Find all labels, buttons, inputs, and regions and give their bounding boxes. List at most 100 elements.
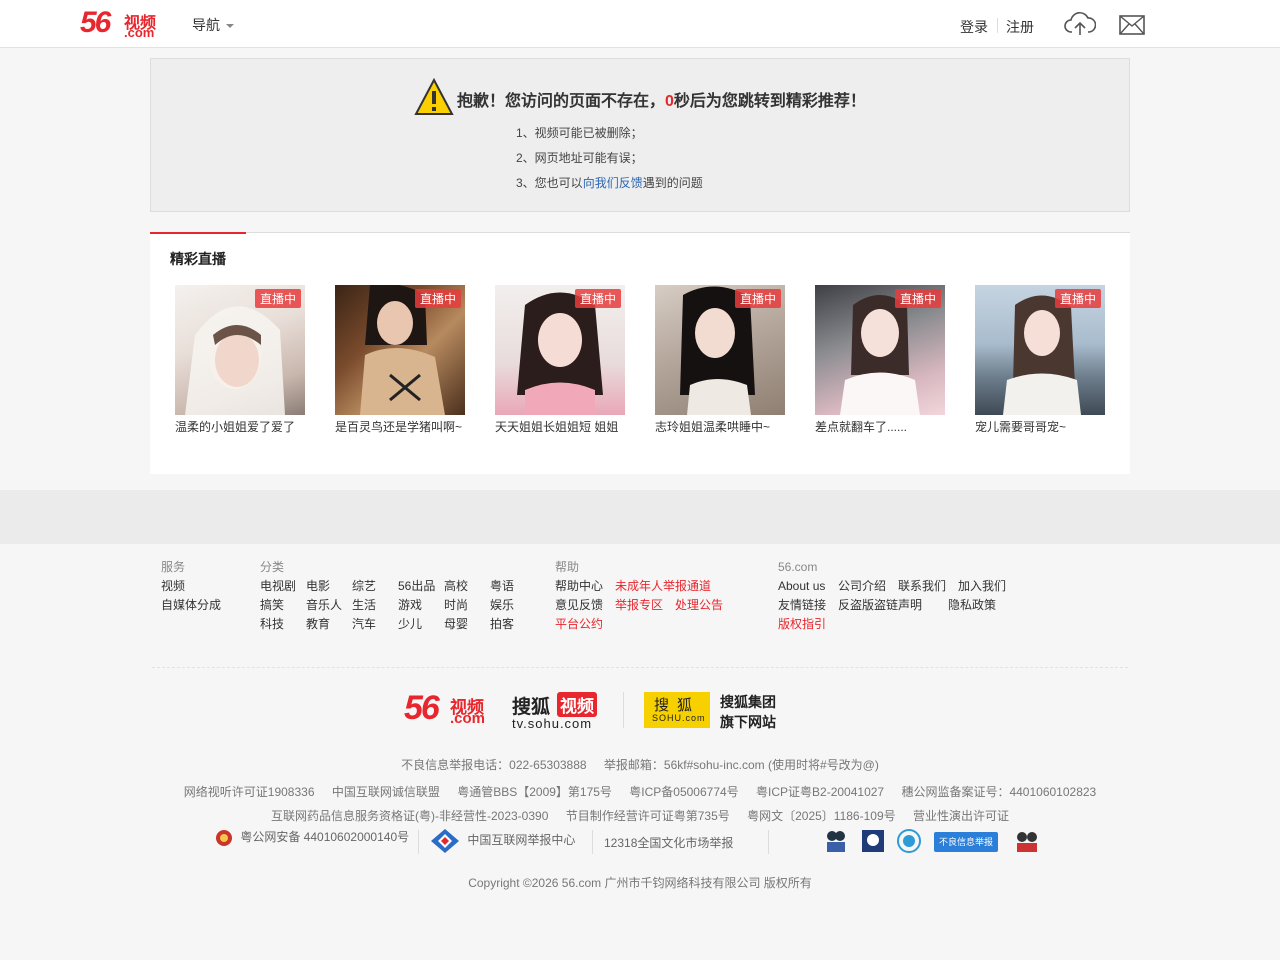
live-card-title[interactable]: 差点就翻车了......	[815, 418, 945, 435]
footer-link-highlight[interactable]: 版权指引	[778, 617, 826, 631]
nav-label: 导航	[192, 17, 220, 33]
logo-56: 56	[404, 689, 440, 727]
footer-link[interactable]: About us	[778, 579, 825, 593]
footer-link[interactable]: 少儿	[398, 617, 422, 631]
footer-link[interactable]: 游戏	[398, 598, 422, 612]
cnreport-link[interactable]: 中国互联网举报中心	[430, 828, 575, 854]
reason-item: 1、视频可能已被删除；	[516, 126, 643, 140]
error-title-after: 秒后为您跳转到精彩推荐！	[673, 93, 866, 110]
footer-link[interactable]: 高校	[444, 579, 468, 593]
footer-link[interactable]: 公司介绍	[838, 579, 886, 593]
footer-link-highlight[interactable]: 平台公约	[555, 617, 603, 631]
license-link[interactable]: 粤ICP证粤B2-20041027	[756, 785, 884, 799]
footer-link[interactable]: 意见反馈	[555, 598, 603, 612]
harmful-info-report-badge[interactable]: 不良信息举报	[934, 832, 998, 852]
live-thumbnail[interactable]: 直播中	[175, 285, 305, 415]
license-link[interactable]: 穗公网监备案证号：4401060102823	[901, 785, 1096, 799]
police-record[interactable]: 粤公网安备 44010602000140号	[214, 828, 409, 848]
footer-logo-sohutv[interactable]: 搜狐 视频 tv.sohu.com	[512, 692, 604, 732]
footer-link-highlight[interactable]: 未成年人举报通道	[615, 579, 711, 593]
footer-divider	[152, 667, 1128, 668]
police-figure-icon[interactable]	[824, 828, 848, 854]
sohutv-domain: tv.sohu.com	[512, 716, 593, 731]
live-badge: 直播中	[254, 289, 301, 308]
sohu-domain: SOHU.com	[652, 713, 706, 723]
footer-link[interactable]: 娱乐	[490, 598, 514, 612]
footer-link[interactable]: 电视剧	[260, 579, 296, 593]
login-link[interactable]: 登录	[960, 17, 988, 37]
col-heading: 56.com	[778, 560, 818, 574]
divider	[592, 830, 593, 854]
footer-logo-sohu[interactable]: 搜狐 SOHU.com	[644, 692, 710, 728]
police-record-text: 粤公网安备 44010602000140号	[240, 830, 410, 845]
live-thumbnail[interactable]: 直播中	[655, 285, 785, 415]
live-thumbnail[interactable]: 直播中	[335, 285, 465, 415]
footer-link[interactable]: 生活	[352, 598, 376, 612]
live-card-title[interactable]: 是百灵鸟还是学猪叫啊~	[335, 418, 465, 435]
footer-link[interactable]: 反盗版盗链声明	[838, 598, 922, 612]
nav-menu-toggle[interactable]: 导航	[192, 15, 234, 35]
license-link[interactable]: 节目制作经营许可证粤第735号	[566, 809, 730, 823]
group-line-1: 搜狐集团	[720, 694, 776, 710]
live-card-title[interactable]: 志玲姐姐温柔哄睡中~	[655, 418, 785, 435]
footer-link[interactable]: 视频	[161, 579, 185, 593]
top-header: 56 视频 .com 导航 登录 注册	[0, 0, 1280, 48]
license-link[interactable]: 网络视听许可证1908336	[184, 785, 315, 799]
live-thumbnail[interactable]: 直播中	[975, 285, 1105, 415]
register-link[interactable]: 注册	[1006, 17, 1034, 37]
reason-suffix: 遇到的问题	[642, 176, 703, 190]
license-link[interactable]: 粤网文〔2025〕1186-109号	[747, 809, 896, 823]
license-line-2: 互联网药品信息服务资格证(粤)-非经营性-2023-0390 节目制作经营许可证…	[0, 807, 1280, 824]
culture-report-link[interactable]: 12318全国文化市场举报	[604, 834, 733, 851]
footer-link-highlight[interactable]: 处理公告	[675, 598, 723, 612]
live-card-title[interactable]: 天天姐姐长姐姐短 姐姐	[495, 418, 625, 435]
copyright: Copyright ©2026 56.com 广州市千钧网络科技有限公司 版权所…	[468, 876, 812, 890]
license-link[interactable]: 粤ICP备05006774号	[629, 785, 738, 799]
live-card-title[interactable]: 宠儿需要哥哥宠~	[975, 418, 1105, 435]
footer-link[interactable]: 隐私政策	[948, 598, 996, 612]
col-heading: 帮助	[555, 560, 580, 574]
live-thumbnail[interactable]: 直播中	[815, 285, 945, 415]
footer-link[interactable]: 科技	[260, 617, 284, 631]
live-badge: 直播中	[574, 289, 621, 308]
footer-link[interactable]: 粤语	[490, 579, 514, 593]
footer-link[interactable]: 汽车	[352, 617, 376, 631]
footer-link[interactable]: 电影	[306, 579, 330, 593]
footer-link[interactable]: 教育	[306, 617, 330, 631]
caret-down-icon	[226, 24, 234, 29]
footer-link[interactable]: 拍客	[490, 617, 514, 631]
group-line-2: 旗下网站	[720, 714, 776, 730]
footer-link[interactable]: 56出品	[398, 579, 435, 593]
license-line-1: 网络视听许可证1908336 中国互联网诚信联盟 粤通管BBS【2009】第17…	[0, 783, 1280, 800]
mail-icon[interactable]	[1119, 15, 1145, 35]
footer-link[interactable]: 联系我们	[898, 579, 946, 593]
banner-band	[0, 490, 1280, 544]
police-badge-icon[interactable]	[860, 828, 886, 854]
feedback-link[interactable]: 向我们反馈	[583, 176, 643, 190]
error-notice: 抱歉！您访问的页面不存在，0秒后为您跳转到精彩推荐！ 1、视频可能已被删除； 2…	[150, 58, 1130, 212]
site-logo[interactable]: 56 视频 .com	[80, 6, 170, 40]
footer-link[interactable]: 帮助中心	[555, 579, 603, 593]
license-link[interactable]: 互联网药品信息服务资格证(粤)-非经营性-2023-0390	[271, 809, 548, 823]
footer-link[interactable]: 搞笑	[260, 598, 284, 612]
live-card-title[interactable]: 温柔的小姐姐爱了爱了	[175, 418, 305, 435]
footer-link[interactable]: 加入我们	[958, 579, 1006, 593]
footer-link[interactable]: 母婴	[444, 617, 468, 631]
footer-link[interactable]: 综艺	[352, 579, 376, 593]
license-link[interactable]: 营业性演出许可证	[913, 809, 1009, 823]
report-contacts: 不良信息举报电话：022-65303888 举报邮箱：56kf#sohu-inc…	[0, 756, 1280, 773]
live-thumbnail[interactable]: 直播中	[495, 285, 625, 415]
footer-logo-56[interactable]: 56 视频 .com	[404, 689, 496, 729]
section-underline	[150, 232, 246, 234]
cnreport-text: 中国互联网举报中心	[467, 833, 576, 848]
license-link[interactable]: 粤通管BBS【2009】第175号	[457, 785, 612, 799]
license-link[interactable]: 中国互联网诚信联盟	[332, 785, 440, 799]
upload-cloud-icon[interactable]	[1064, 10, 1097, 38]
footer-link[interactable]: 音乐人	[306, 598, 342, 612]
footer-link[interactable]: 自媒体分成	[161, 598, 221, 612]
footer-link[interactable]: 时尚	[444, 598, 468, 612]
civility-seal-icon[interactable]	[896, 828, 922, 854]
police-officer-icon[interactable]	[1014, 828, 1040, 854]
footer-link[interactable]: 友情链接	[778, 598, 826, 612]
footer-link-highlight[interactable]: 举报专区	[615, 598, 663, 612]
